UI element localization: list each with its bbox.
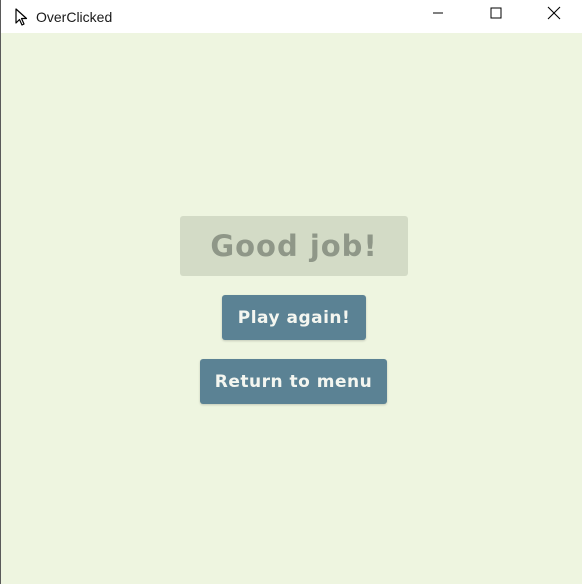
maximize-button[interactable] [467, 0, 525, 30]
title-bar[interactable]: OverClicked [1, 0, 582, 33]
play-again-button[interactable]: Play again! [222, 295, 366, 340]
maximize-icon [490, 6, 502, 24]
window-title: OverClicked [36, 8, 113, 25]
minimize-button[interactable] [409, 0, 467, 30]
result-headline: Good job! [180, 216, 408, 276]
game-over-screen: Good job! Play again! Return to menu [1, 33, 582, 584]
cursor-arrow-icon [13, 7, 31, 26]
close-button[interactable] [525, 0, 582, 30]
window-controls [409, 0, 582, 33]
minimize-icon [432, 6, 444, 24]
return-to-menu-button[interactable]: Return to menu [200, 359, 387, 404]
close-icon [547, 6, 561, 25]
app-window: OverClicked Good job! Play again! Return [0, 0, 582, 584]
